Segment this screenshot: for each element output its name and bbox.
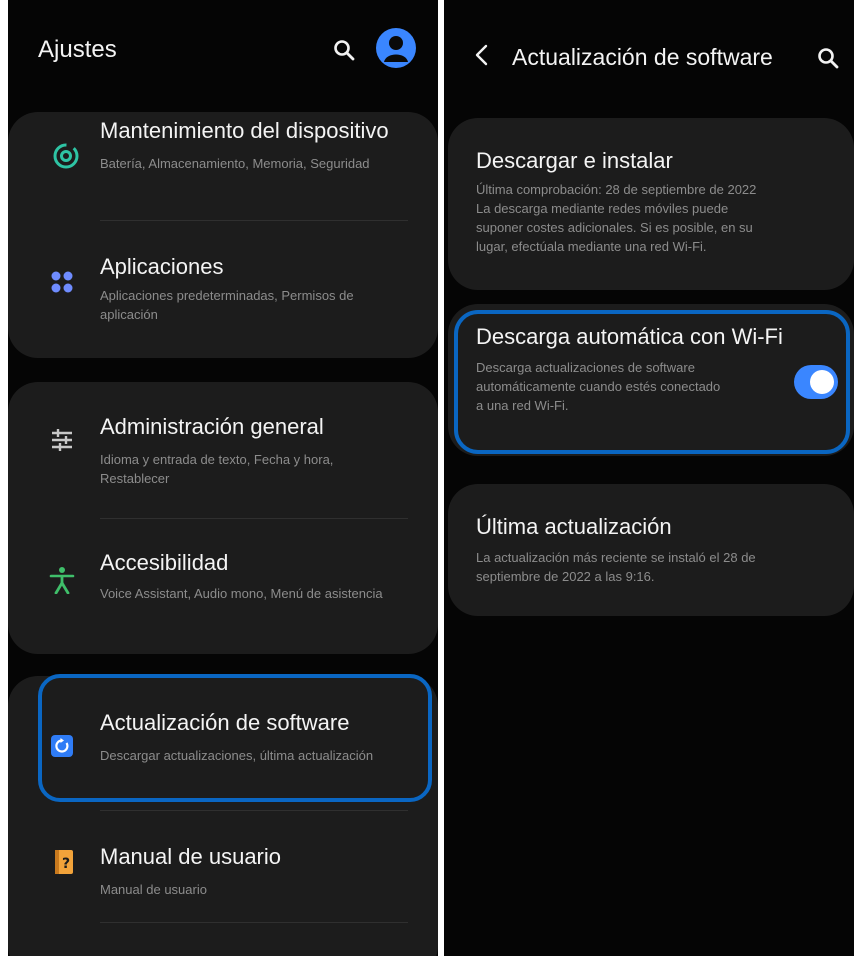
settings-card-2: Administración general Idioma y entrada … — [8, 382, 438, 654]
accessibility-icon — [48, 566, 76, 594]
search-icon[interactable] — [332, 38, 356, 62]
download-install-line-1: Última comprobación: 28 de septiembre de… — [476, 182, 757, 197]
divider — [100, 922, 408, 923]
device-care-icon — [52, 142, 80, 170]
download-install-title: Descargar e instalar — [476, 148, 673, 173]
back-arrow-icon[interactable] — [474, 44, 490, 66]
settings-item-subtitle: Voice Assistant, Audio mono, Menú de asi… — [100, 586, 383, 601]
settings-item-title: Mantenimiento del dispositivo — [100, 118, 389, 143]
settings-item-apps[interactable]: Aplicaciones Aplicaciones predeterminada… — [8, 228, 438, 358]
settings-item-title: Administración general — [100, 414, 324, 439]
download-install-line-2: La descarga mediante redes móviles puede — [476, 201, 729, 216]
sliders-icon — [48, 426, 76, 454]
page-title: Ajustes — [38, 36, 117, 63]
divider — [100, 220, 408, 221]
highlight-auto-download — [454, 310, 850, 454]
download-install-item[interactable]: Descargar e instalar Última comprobación… — [448, 118, 854, 290]
last-update-line-2: septiembre de 2022 a las 9:16. — [476, 569, 655, 584]
settings-item-subtitle: Manual de usuario — [100, 882, 207, 897]
settings-app-bar: Ajustes — [8, 0, 438, 96]
settings-item-subtitle: Batería, Almacenamiento, Memoria, Seguri… — [100, 156, 370, 171]
last-update-title: Última actualización — [476, 514, 672, 539]
settings-item-subtitle: Idioma y entrada de texto, Fecha y hora,… — [100, 452, 334, 486]
settings-item-user-manual[interactable]: ? Manual de usuario Manual de usuario — [8, 810, 438, 920]
highlight-software-update — [38, 674, 432, 802]
settings-item-title: Aplicaciones — [100, 254, 224, 279]
svg-text:?: ? — [62, 856, 70, 872]
download-install-line-3: suponer costes adicionales. Si es posibl… — [476, 220, 753, 235]
settings-item-title: Manual de usuario — [100, 844, 282, 869]
account-icon[interactable] — [376, 28, 416, 68]
settings-item-title: Accesibilidad — [100, 550, 229, 575]
page-title: Actualización de software — [512, 44, 773, 70]
last-update-item[interactable]: Última actualización La actualización má… — [448, 484, 854, 616]
apps-icon — [48, 268, 76, 296]
settings-item-accessibility[interactable]: Accesibilidad Voice Assistant, Audio mon… — [8, 518, 438, 654]
software-update-screen: Actualización de software Descargar e in… — [444, 0, 854, 956]
settings-item-device-care[interactable]: Mantenimiento del dispositivo Batería, A… — [8, 112, 438, 228]
user-manual-icon: ? — [50, 848, 78, 876]
software-update-app-bar: Actualización de software — [444, 0, 854, 96]
settings-card-1: Mantenimiento del dispositivo Batería, A… — [8, 112, 438, 358]
search-icon[interactable] — [816, 46, 840, 70]
settings-item-subtitle: Aplicaciones predeterminadas, Permisos d… — [100, 288, 354, 322]
last-update-line-1: La actualización más reciente se instaló… — [476, 550, 756, 565]
settings-screen: Ajustes Mantenimiento del dispositivo Ba… — [8, 0, 438, 956]
settings-item-general-management[interactable]: Administración general Idioma y entrada … — [8, 382, 438, 518]
download-install-line-4: lugar, efectúala mediante una red Wi-Fi. — [476, 239, 707, 254]
